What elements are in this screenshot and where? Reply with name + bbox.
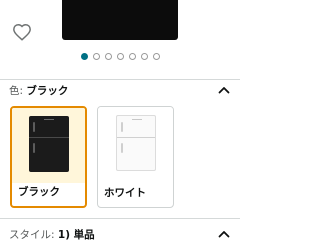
divider [0, 218, 240, 219]
color-option-label: ホワイト [104, 187, 146, 199]
color-option-white[interactable]: ホワイト [97, 106, 174, 208]
refrigerator-product-image[interactable] [62, 0, 178, 40]
color-option-label: ブラック [18, 186, 60, 198]
style-label: スタイル: [9, 229, 55, 240]
divider [0, 79, 240, 80]
refrigerator-icon [115, 115, 156, 171]
carousel-dot[interactable] [80, 53, 88, 60]
style-selected-value: 1) 単品 [57, 229, 95, 240]
chevron-up-icon[interactable] [218, 86, 230, 94]
color-label: 色: [9, 85, 24, 97]
refrigerator-icon [28, 116, 69, 172]
color-section-header: 色: ブラック [9, 84, 68, 98]
style-section-header: スタイル: 1) 単品 [9, 228, 95, 240]
color-option-black[interactable]: ブラック [10, 106, 87, 208]
heart-icon[interactable] [12, 23, 32, 41]
color-selected-value: ブラック [26, 85, 69, 97]
carousel-dot[interactable] [92, 53, 100, 60]
carousel-dot[interactable] [140, 53, 148, 60]
white-refrigerator-thumbnail [98, 107, 173, 182]
chevron-up-icon[interactable] [218, 230, 230, 238]
carousel-dot[interactable] [128, 53, 136, 60]
carousel-dot[interactable] [152, 53, 160, 60]
carousel-dot[interactable] [116, 53, 124, 60]
carousel-dot[interactable] [104, 53, 112, 60]
black-refrigerator-thumbnail [12, 108, 85, 183]
image-carousel-indicator [0, 53, 240, 60]
